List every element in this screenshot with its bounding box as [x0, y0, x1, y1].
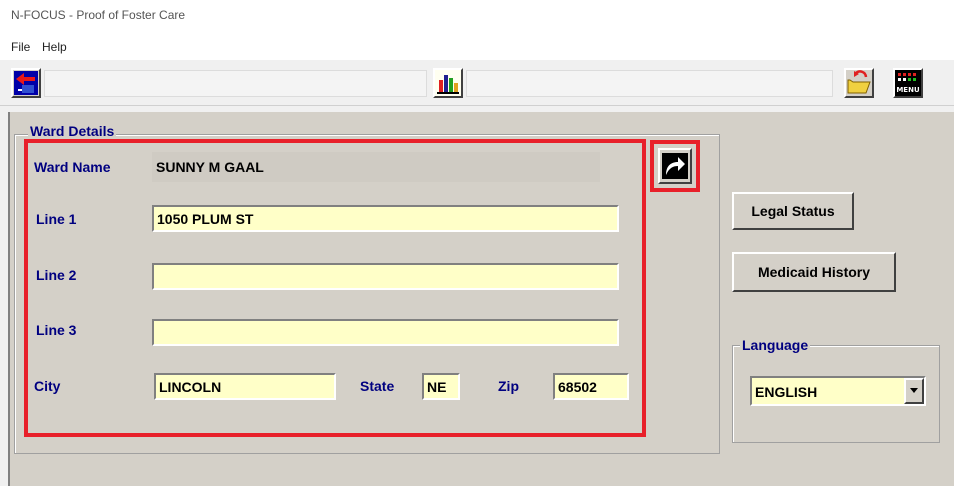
language-select[interactable]: ENGLISH: [750, 376, 926, 406]
ward-name-display: SUNNY M GAAL: [152, 152, 600, 182]
ward-details-title: Ward Details: [28, 123, 117, 139]
window-title: N-FOCUS - Proof of Foster Care: [11, 8, 186, 22]
forward-button[interactable]: [658, 148, 692, 184]
toolbar: MENU: [0, 60, 954, 106]
line2-input[interactable]: [152, 263, 619, 290]
bar-chart-icon: [435, 70, 461, 96]
menu-help[interactable]: Help: [42, 40, 67, 54]
line1-input[interactable]: 1050 PLUM ST: [152, 205, 619, 232]
menu-file[interactable]: File: [11, 40, 30, 54]
legal-status-button[interactable]: Legal Status: [732, 192, 854, 230]
city-input[interactable]: LINCOLN: [154, 373, 336, 400]
chart-button[interactable]: [433, 68, 463, 98]
ward-name-value: SUNNY M GAAL: [156, 159, 264, 175]
zip-input[interactable]: 68502: [553, 373, 629, 400]
language-selected-value: ENGLISH: [755, 384, 818, 400]
menu-grid-icon: MENU: [895, 70, 921, 96]
line3-input[interactable]: [152, 319, 619, 346]
medicaid-history-button[interactable]: Medicaid History: [732, 252, 896, 292]
zip-label: Zip: [498, 378, 519, 394]
toolbar-status-field-right: [466, 70, 833, 97]
language-title: Language: [740, 337, 811, 353]
open-folder-icon: [846, 70, 872, 96]
city-label: City: [34, 378, 61, 394]
main-panel: Ward Details Ward Name SUNNY M GAAL Line…: [8, 112, 954, 486]
state-label: State: [360, 378, 395, 394]
state-input[interactable]: NE: [422, 373, 460, 400]
line1-label: Line 1: [36, 211, 77, 227]
line3-label: Line 3: [36, 322, 77, 338]
open-button[interactable]: [844, 68, 874, 98]
language-dropdown-button[interactable]: [904, 378, 924, 404]
exit-door-icon: [14, 71, 38, 95]
ward-name-label: Ward Name: [34, 159, 111, 175]
menu-bar: File Help: [0, 32, 954, 60]
menu-button[interactable]: MENU: [893, 68, 923, 98]
forward-arrow-icon: [662, 153, 688, 179]
menu-icon-text: MENU: [896, 86, 920, 94]
exit-button[interactable]: [11, 68, 41, 98]
toolbar-status-field-left: [44, 70, 427, 97]
line2-label: Line 2: [36, 267, 77, 283]
title-bar: N-FOCUS - Proof of Foster Care: [0, 0, 954, 32]
chevron-down-icon: [910, 388, 918, 393]
